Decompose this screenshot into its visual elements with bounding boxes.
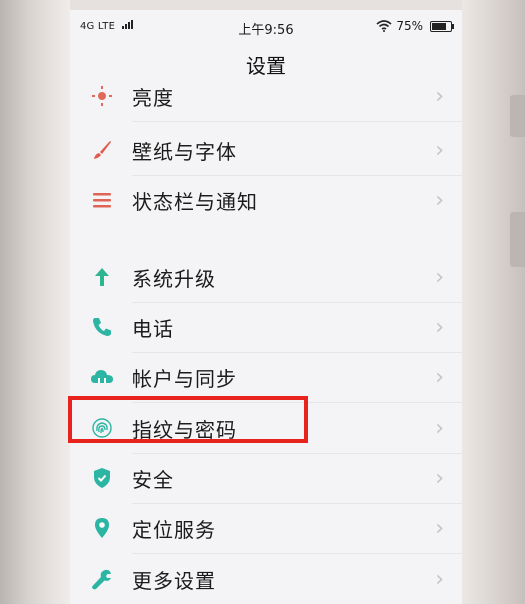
settings-row-label: 更多设置 [132,568,216,593]
settings-row[interactable]: 状态栏与通知 › [70,175,462,225]
annotation-highlight-box [68,396,308,443]
arrow-up-icon [90,265,114,289]
shield-icon [90,466,114,490]
settings-row-label: 状态栏与通知 [132,189,258,214]
battery-percent: 75% [396,19,423,33]
phone-frame-left [0,0,70,604]
settings-row[interactable]: 系统升级 › [70,252,462,302]
settings-row-label: 帐户与同步 [132,366,237,391]
chevron-right-icon: › [435,83,444,109]
settings-row-label: 系统升级 [132,266,216,291]
status-bar: 4G LTE 上午9:56 75% [70,10,462,40]
settings-row[interactable]: 安全 › [70,453,462,503]
settings-row[interactable]: 定位服务 › [70,503,462,553]
brightness-icon [90,84,114,108]
chevron-right-icon: › [435,465,444,491]
settings-row-label: 电话 [132,316,174,341]
cloud-icon [90,365,114,389]
row-divider [132,121,462,122]
chevron-right-icon: › [435,187,444,213]
settings-row[interactable]: 亮度 › [70,71,462,121]
phone-icon [90,315,114,339]
volume-button [510,95,525,137]
settings-row[interactable]: 更多设置 › [70,554,462,604]
settings-row[interactable]: 帐户与同步 › [70,352,462,402]
chevron-right-icon: › [435,137,444,163]
chevron-right-icon: › [435,314,444,340]
settings-row[interactable]: 壁纸与字体 › [70,125,462,175]
status-right: 75% [376,19,454,33]
settings-row-label: 定位服务 [132,517,216,542]
chevron-right-icon: › [435,264,444,290]
settings-row-label: 壁纸与字体 [132,139,237,164]
chevron-right-icon: › [435,515,444,541]
chevron-right-icon: › [435,364,444,390]
chevron-right-icon: › [435,566,444,592]
chevron-right-icon: › [435,415,444,441]
paintbrush-icon [90,138,114,162]
power-button [510,212,525,267]
wifi-icon [376,20,392,32]
location-pin-icon [90,516,114,540]
settings-row-label: 亮度 [132,85,174,110]
phone-bezel-top [70,0,462,10]
battery-fill [432,22,446,30]
settings-row[interactable]: 电话 › [70,302,462,352]
settings-row-label: 安全 [132,467,174,492]
phone-frame-right [462,0,525,604]
phone-screen: 4G LTE 上午9:56 75% 设置 亮度 › 壁纸与字体 › 状态栏与通知 › 系统升… [70,10,462,604]
wrench-icon [90,567,114,591]
battery-icon [430,20,454,32]
list-icon [90,188,114,212]
